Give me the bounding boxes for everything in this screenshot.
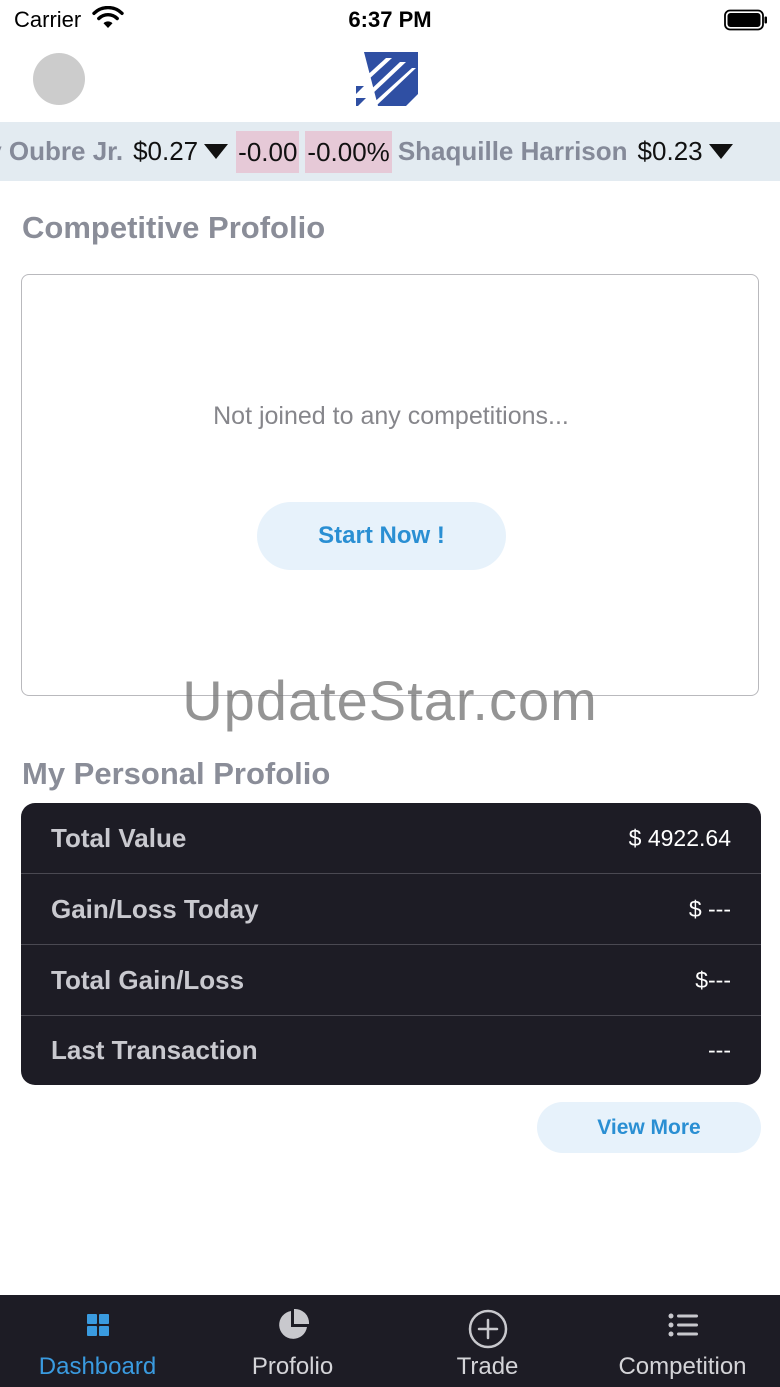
status-bar: Carrier 6:37 PM — [0, 0, 780, 42]
list-icon — [668, 1313, 698, 1337]
app-logo — [356, 52, 418, 106]
nav-item-trade[interactable]: Trade — [390, 1295, 585, 1387]
view-more-button[interactable]: View More — [537, 1102, 761, 1153]
nav-item-competition[interactable]: Competition — [585, 1295, 780, 1387]
nav-label: Profolio — [251, 1353, 334, 1380]
grid-icon — [86, 1314, 109, 1336]
plus-circle-icon — [468, 1309, 507, 1349]
personal-section-title: My Personal Profolio — [22, 756, 331, 791]
row-label: Gain/Loss Today — [51, 893, 259, 924]
ticker-item-change: -0.00 — [236, 130, 300, 173]
ticker-item-name[interactable]: ly Oubre Jr. — [0, 136, 123, 167]
down-arrow-icon — [708, 144, 733, 159]
watermark: UpdateStar.com — [182, 669, 598, 732]
table-row: Total Value $ 4922.64 — [21, 803, 761, 873]
table-row: Gain/Loss Today $ --- — [21, 873, 761, 944]
pie-chart-icon — [278, 1308, 309, 1339]
row-label: Last Transaction — [51, 1035, 258, 1065]
nav-label: Competition — [618, 1353, 747, 1380]
ticker-item-change-pct: -0.00% — [305, 130, 392, 173]
row-value: --- — [708, 1037, 731, 1063]
ticker-item-price: $0.23 — [637, 136, 703, 166]
ticker-item-name[interactable]: Shaquille Harrison — [398, 136, 628, 167]
nav-item-profolio[interactable]: Profolio — [195, 1295, 390, 1387]
row-value: $--- — [695, 966, 731, 993]
bottom-nav: Dashboard Profolio Trade Competition — [0, 1295, 780, 1387]
battery-icon — [724, 9, 767, 31]
ticker-item-price: $0.27 — [133, 136, 199, 166]
down-arrow-icon — [204, 144, 229, 159]
row-value: $ 4922.64 — [628, 824, 731, 851]
personal-summary-table: Total Value $ 4922.64 Gain/Loss Today $ … — [21, 803, 761, 1085]
competitive-section-title: Competitive Profolio — [22, 210, 326, 245]
nav-item-dashboard[interactable]: Dashboard — [0, 1295, 195, 1387]
table-row: Total Gain/Loss $--- — [21, 944, 761, 1015]
competition-card: Not joined to any competitions... Start … — [21, 274, 759, 696]
ticker-track: ly Oubre Jr. $0.27 -0.00 -0.00% Shaquill… — [0, 122, 741, 181]
nav-label: Dashboard — [38, 1353, 157, 1380]
row-label: Total Value — [51, 822, 187, 853]
nav-label: Trade — [456, 1353, 519, 1380]
empty-state-text: Not joined to any competitions... — [213, 402, 569, 430]
stock-ticker: ly Oubre Jr. $0.27 -0.00 -0.00% Shaquill… — [0, 122, 780, 181]
row-value: $ --- — [688, 895, 731, 922]
status-time: 6:37 PM — [348, 7, 432, 32]
user-avatar[interactable] — [33, 53, 85, 105]
row-label: Total Gain/Loss — [51, 964, 245, 995]
start-now-button[interactable]: Start Now ! — [257, 502, 506, 570]
table-row: Last Transaction --- — [21, 1015, 761, 1085]
